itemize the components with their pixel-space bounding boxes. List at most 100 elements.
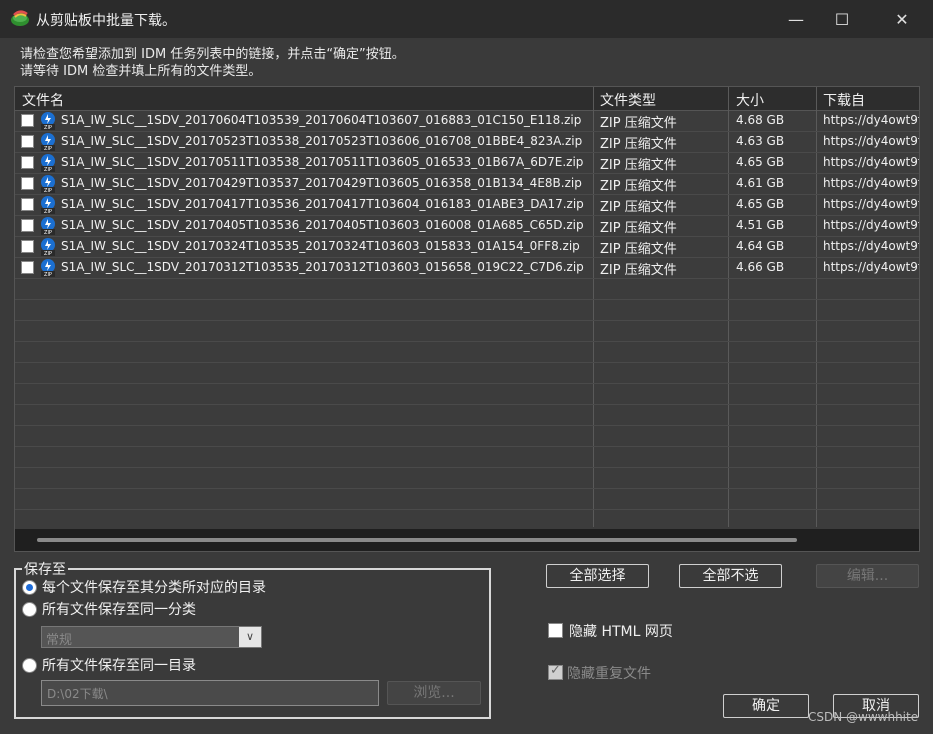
option-save-by-category-label[interactable]: 每个文件保存至其分类所对应的目录 bbox=[42, 577, 266, 597]
empty-row bbox=[15, 405, 919, 426]
download-from-cell: https://dy4owt9f bbox=[823, 260, 920, 274]
radio-same-category[interactable] bbox=[22, 602, 37, 617]
select-none-button[interactable]: 全部不选 bbox=[679, 564, 782, 588]
directory-input-value: D:\02下载\ bbox=[47, 687, 108, 701]
option-same-category-label[interactable]: 所有文件保存至同一分类 bbox=[42, 599, 196, 619]
file-type-cell: ZIP 压缩文件 bbox=[600, 158, 677, 173]
hide-duplicates-label[interactable]: 隐藏重复文件 bbox=[567, 663, 651, 683]
table-row[interactable]: ZIP S1A_IW_SLC__1SDV_20170312T103535_2017… bbox=[15, 258, 919, 279]
zip-file-icon: ZIP bbox=[41, 238, 55, 256]
maximize-icon[interactable]: ☐ bbox=[819, 0, 865, 38]
zip-file-icon: ZIP bbox=[41, 196, 55, 214]
row-checkbox[interactable] bbox=[21, 261, 34, 274]
zip-file-icon: ZIP bbox=[41, 133, 55, 151]
empty-row bbox=[15, 279, 919, 300]
file-list-table: 文件名 文件类型 大小 下载自 ZIP S1A_IW_SLC__1SDV_2017… bbox=[14, 86, 920, 552]
zip-file-icon: ZIP bbox=[41, 217, 55, 235]
file-name-cell: S1A_IW_SLC__1SDV_20170429T103537_2017042… bbox=[61, 176, 582, 190]
file-size-cell: 4.65 GB bbox=[736, 155, 785, 169]
zip-file-icon: ZIP bbox=[41, 112, 55, 130]
empty-row bbox=[15, 468, 919, 489]
download-from-cell: https://dy4owt9f bbox=[823, 197, 920, 211]
radio-same-directory[interactable] bbox=[22, 658, 37, 673]
download-from-cell: https://dy4owt9f bbox=[823, 239, 920, 253]
table-row[interactable]: ZIP S1A_IW_SLC__1SDV_20170523T103538_2017… bbox=[15, 132, 919, 153]
hide-duplicates-checkbox[interactable] bbox=[548, 663, 563, 680]
file-type-cell: ZIP 压缩文件 bbox=[600, 242, 677, 257]
ok-button[interactable]: 确定 bbox=[723, 694, 809, 718]
zip-file-icon: ZIP bbox=[41, 259, 55, 277]
download-from-cell: https://dy4owt9f bbox=[823, 113, 920, 127]
zip-file-icon: ZIP bbox=[41, 175, 55, 193]
row-checkbox[interactable] bbox=[21, 240, 34, 253]
scrollbar-thumb[interactable] bbox=[37, 538, 797, 542]
title-bar: 从剪贴板中批量下载。 — ☐ ✕ bbox=[0, 0, 933, 38]
header-name[interactable]: 文件名 bbox=[22, 90, 64, 110]
header-from[interactable]: 下载自 bbox=[823, 90, 865, 110]
table-row[interactable]: ZIP S1A_IW_SLC__1SDV_20170511T103538_2017… bbox=[15, 153, 919, 174]
category-select-value: 常规 bbox=[46, 633, 73, 648]
select-all-button[interactable]: 全部选择 bbox=[546, 564, 649, 588]
file-type-cell: ZIP 压缩文件 bbox=[600, 116, 677, 131]
watermark: CSDN @wwwhhite bbox=[808, 710, 919, 724]
table-row[interactable]: ZIP S1A_IW_SLC__1SDV_20170417T103536_2017… bbox=[15, 195, 919, 216]
svg-text:ZIP: ZIP bbox=[44, 230, 52, 235]
header-size[interactable]: 大小 bbox=[736, 90, 764, 110]
file-size-cell: 4.65 GB bbox=[736, 197, 785, 211]
file-name-cell: S1A_IW_SLC__1SDV_20170511T103538_2017051… bbox=[61, 155, 584, 169]
file-type-cell: ZIP 压缩文件 bbox=[600, 263, 677, 278]
instruction-line-2: 请等待 IDM 检查并填上所有的文件类型。 bbox=[20, 64, 262, 79]
file-size-cell: 4.61 GB bbox=[736, 176, 785, 190]
svg-text:ZIP: ZIP bbox=[44, 188, 52, 193]
row-checkbox[interactable] bbox=[21, 177, 34, 190]
download-from-cell: https://dy4owt9f bbox=[823, 176, 920, 190]
empty-row bbox=[15, 321, 919, 342]
table-header: 文件名 文件类型 大小 下载自 bbox=[15, 87, 919, 111]
close-icon[interactable]: ✕ bbox=[879, 0, 925, 38]
radio-save-by-category[interactable] bbox=[22, 580, 37, 595]
horizontal-scrollbar[interactable] bbox=[15, 529, 919, 551]
svg-text:ZIP: ZIP bbox=[44, 125, 52, 130]
file-type-cell: ZIP 压缩文件 bbox=[600, 137, 677, 152]
empty-row bbox=[15, 384, 919, 405]
file-name-cell: S1A_IW_SLC__1SDV_20170312T103535_2017031… bbox=[61, 260, 584, 274]
empty-row bbox=[15, 342, 919, 363]
svg-text:ZIP: ZIP bbox=[44, 251, 52, 256]
file-type-cell: ZIP 压缩文件 bbox=[600, 221, 677, 236]
file-size-cell: 4.64 GB bbox=[736, 239, 785, 253]
hide-html-checkbox[interactable] bbox=[548, 623, 563, 638]
window-title: 从剪贴板中批量下载。 bbox=[36, 13, 176, 29]
row-checkbox[interactable] bbox=[21, 114, 34, 127]
chevron-down-icon[interactable]: ∨ bbox=[239, 627, 261, 647]
browse-button[interactable]: 浏览... bbox=[387, 681, 481, 705]
file-name-cell: S1A_IW_SLC__1SDV_20170405T103536_2017040… bbox=[61, 218, 584, 232]
zip-file-icon: ZIP bbox=[41, 154, 55, 172]
category-select[interactable]: 常规 ∨ bbox=[41, 626, 262, 648]
row-checkbox[interactable] bbox=[21, 219, 34, 232]
file-name-cell: S1A_IW_SLC__1SDV_20170523T103538_2017052… bbox=[61, 134, 583, 148]
idm-app-icon bbox=[11, 10, 29, 26]
edit-button[interactable]: 编辑... bbox=[816, 564, 919, 588]
option-same-directory-label[interactable]: 所有文件保存至同一目录 bbox=[42, 655, 196, 675]
row-checkbox[interactable] bbox=[21, 198, 34, 211]
table-row[interactable]: ZIP S1A_IW_SLC__1SDV_20170429T103537_2017… bbox=[15, 174, 919, 195]
empty-row bbox=[15, 300, 919, 321]
download-from-cell: https://dy4owt9f bbox=[823, 134, 920, 148]
table-row[interactable]: ZIP S1A_IW_SLC__1SDV_20170405T103536_2017… bbox=[15, 216, 919, 237]
file-type-cell: ZIP 压缩文件 bbox=[600, 200, 677, 215]
row-checkbox[interactable] bbox=[21, 135, 34, 148]
hide-html-label[interactable]: 隐藏 HTML 网页 bbox=[569, 621, 673, 641]
svg-text:ZIP: ZIP bbox=[44, 167, 52, 172]
empty-row bbox=[15, 510, 919, 531]
minimize-icon[interactable]: — bbox=[773, 0, 819, 38]
empty-row bbox=[15, 489, 919, 510]
directory-input[interactable]: D:\02下载\ bbox=[41, 680, 379, 706]
table-row[interactable]: ZIP S1A_IW_SLC__1SDV_20170604T103539_2017… bbox=[15, 111, 919, 132]
file-name-cell: S1A_IW_SLC__1SDV_20170604T103539_2017060… bbox=[61, 113, 582, 127]
empty-row bbox=[15, 363, 919, 384]
row-checkbox[interactable] bbox=[21, 156, 34, 169]
file-size-cell: 4.51 GB bbox=[736, 218, 785, 232]
table-row[interactable]: ZIP S1A_IW_SLC__1SDV_20170324T103535_2017… bbox=[15, 237, 919, 258]
empty-row bbox=[15, 426, 919, 447]
header-type[interactable]: 文件类型 bbox=[600, 90, 656, 110]
